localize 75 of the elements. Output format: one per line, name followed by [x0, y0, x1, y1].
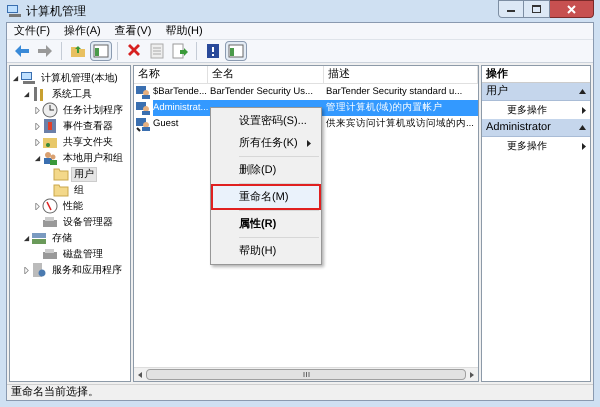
clock-icon	[42, 102, 58, 118]
expand-icon[interactable]	[34, 202, 40, 210]
table-cell: 管理计算机(域)的内置帐户	[324, 100, 478, 116]
tree-item[interactable]: 事件查看器	[60, 118, 116, 134]
section-title: Administrator	[486, 120, 551, 136]
expand-icon[interactable]	[22, 266, 30, 274]
expand-icon[interactable]	[34, 106, 40, 114]
tree-item[interactable]: 计算机管理(本地)	[38, 70, 121, 86]
action-link[interactable]: 更多操作	[507, 102, 547, 118]
menu-item[interactable]: 查看(V)	[108, 22, 158, 40]
tree-item[interactable]: 用户	[71, 166, 97, 182]
table-cell-text: BarTender Security standard u...	[325, 84, 464, 99]
collapse-icon[interactable]	[22, 90, 30, 98]
close-icon	[567, 4, 576, 14]
collapse-icon[interactable]	[34, 154, 40, 162]
submenu-arrow-icon	[307, 140, 311, 146]
event-log-icon	[42, 118, 58, 134]
column-header[interactable]: 描述	[324, 66, 478, 83]
folder-icon	[53, 182, 69, 198]
action-link[interactable]: 更多操作	[507, 138, 547, 154]
window-title: 计算机管理	[26, 3, 86, 20]
section-title: 用户	[486, 84, 508, 100]
close-button[interactable]	[550, 0, 594, 18]
tree-item[interactable]: 性能	[60, 198, 86, 214]
menu-item[interactable]: 属性(R)	[213, 213, 319, 235]
menu-item[interactable]: 重命名(M)	[213, 186, 319, 208]
submenu-arrow-icon	[582, 142, 586, 150]
menu-item[interactable]: 文件(F)	[7, 22, 58, 40]
tree-item[interactable]: 共享文件夹	[60, 134, 116, 150]
menu-item[interactable]: 所有任务(K)	[213, 132, 319, 154]
column-header[interactable]: 名称	[134, 66, 208, 83]
menu-item[interactable]: 帮助(H)	[213, 240, 319, 262]
menu-item[interactable]: 帮助(H)	[158, 22, 210, 40]
expand-icon[interactable]	[34, 138, 40, 146]
status-text: 重命名当前选择。	[11, 385, 99, 400]
collapse-up-icon[interactable]	[579, 89, 586, 94]
collapse-icon[interactable]	[12, 74, 18, 82]
device-icon	[42, 214, 58, 230]
menu-item[interactable]: 操作(A)	[57, 22, 108, 40]
menu-item[interactable]: 删除(D)	[213, 159, 319, 181]
console-tree-icon[interactable]	[225, 41, 247, 61]
grip-icon	[302, 372, 310, 377]
computer-icon	[20, 70, 36, 86]
services-icon	[31, 262, 47, 278]
tree-item[interactable]: 任务计划程序	[60, 102, 126, 118]
minimize-button[interactable]	[498, 0, 524, 18]
menu-item[interactable]: 设置密码(S)...	[213, 110, 319, 132]
tree-item[interactable]: 存储	[49, 230, 75, 246]
console-tree-icon[interactable]	[90, 41, 112, 61]
folder-icon	[53, 166, 69, 182]
expand-icon[interactable]	[34, 122, 40, 130]
table-cell[interactable]: $BarTende...	[153, 84, 208, 100]
computer-icon	[6, 3, 22, 19]
users-icon	[42, 150, 58, 166]
collapse-icon[interactable]	[22, 234, 30, 242]
gauge-icon	[42, 198, 58, 214]
scrollbar-thumb[interactable]	[146, 369, 466, 380]
scroll-left-icon	[136, 370, 144, 378]
storage-icon	[31, 230, 47, 246]
table-cell-text: BarTender Security Us...	[209, 84, 314, 99]
tree-item[interactable]: 服务和应用程序	[49, 262, 125, 278]
maximize-icon	[532, 5, 541, 13]
column-header[interactable]: 全名	[208, 66, 324, 83]
maximize-button[interactable]	[524, 0, 550, 18]
device-icon	[42, 246, 58, 262]
collapse-up-icon[interactable]	[579, 125, 586, 130]
tree-item[interactable]: 系统工具	[49, 86, 95, 102]
tree-item[interactable]: 设备管理器	[60, 214, 116, 230]
table-cell-text: 供来宾访问计算机或访问域的内...	[325, 116, 475, 131]
tree-item[interactable]: 组	[71, 182, 87, 198]
scroll-right-icon	[468, 370, 476, 378]
horizontal-scrollbar[interactable]	[134, 367, 478, 381]
submenu-arrow-icon	[582, 106, 586, 114]
tree-item[interactable]: 本地用户和组	[60, 150, 126, 166]
tree-item[interactable]: 磁盘管理	[60, 246, 106, 262]
